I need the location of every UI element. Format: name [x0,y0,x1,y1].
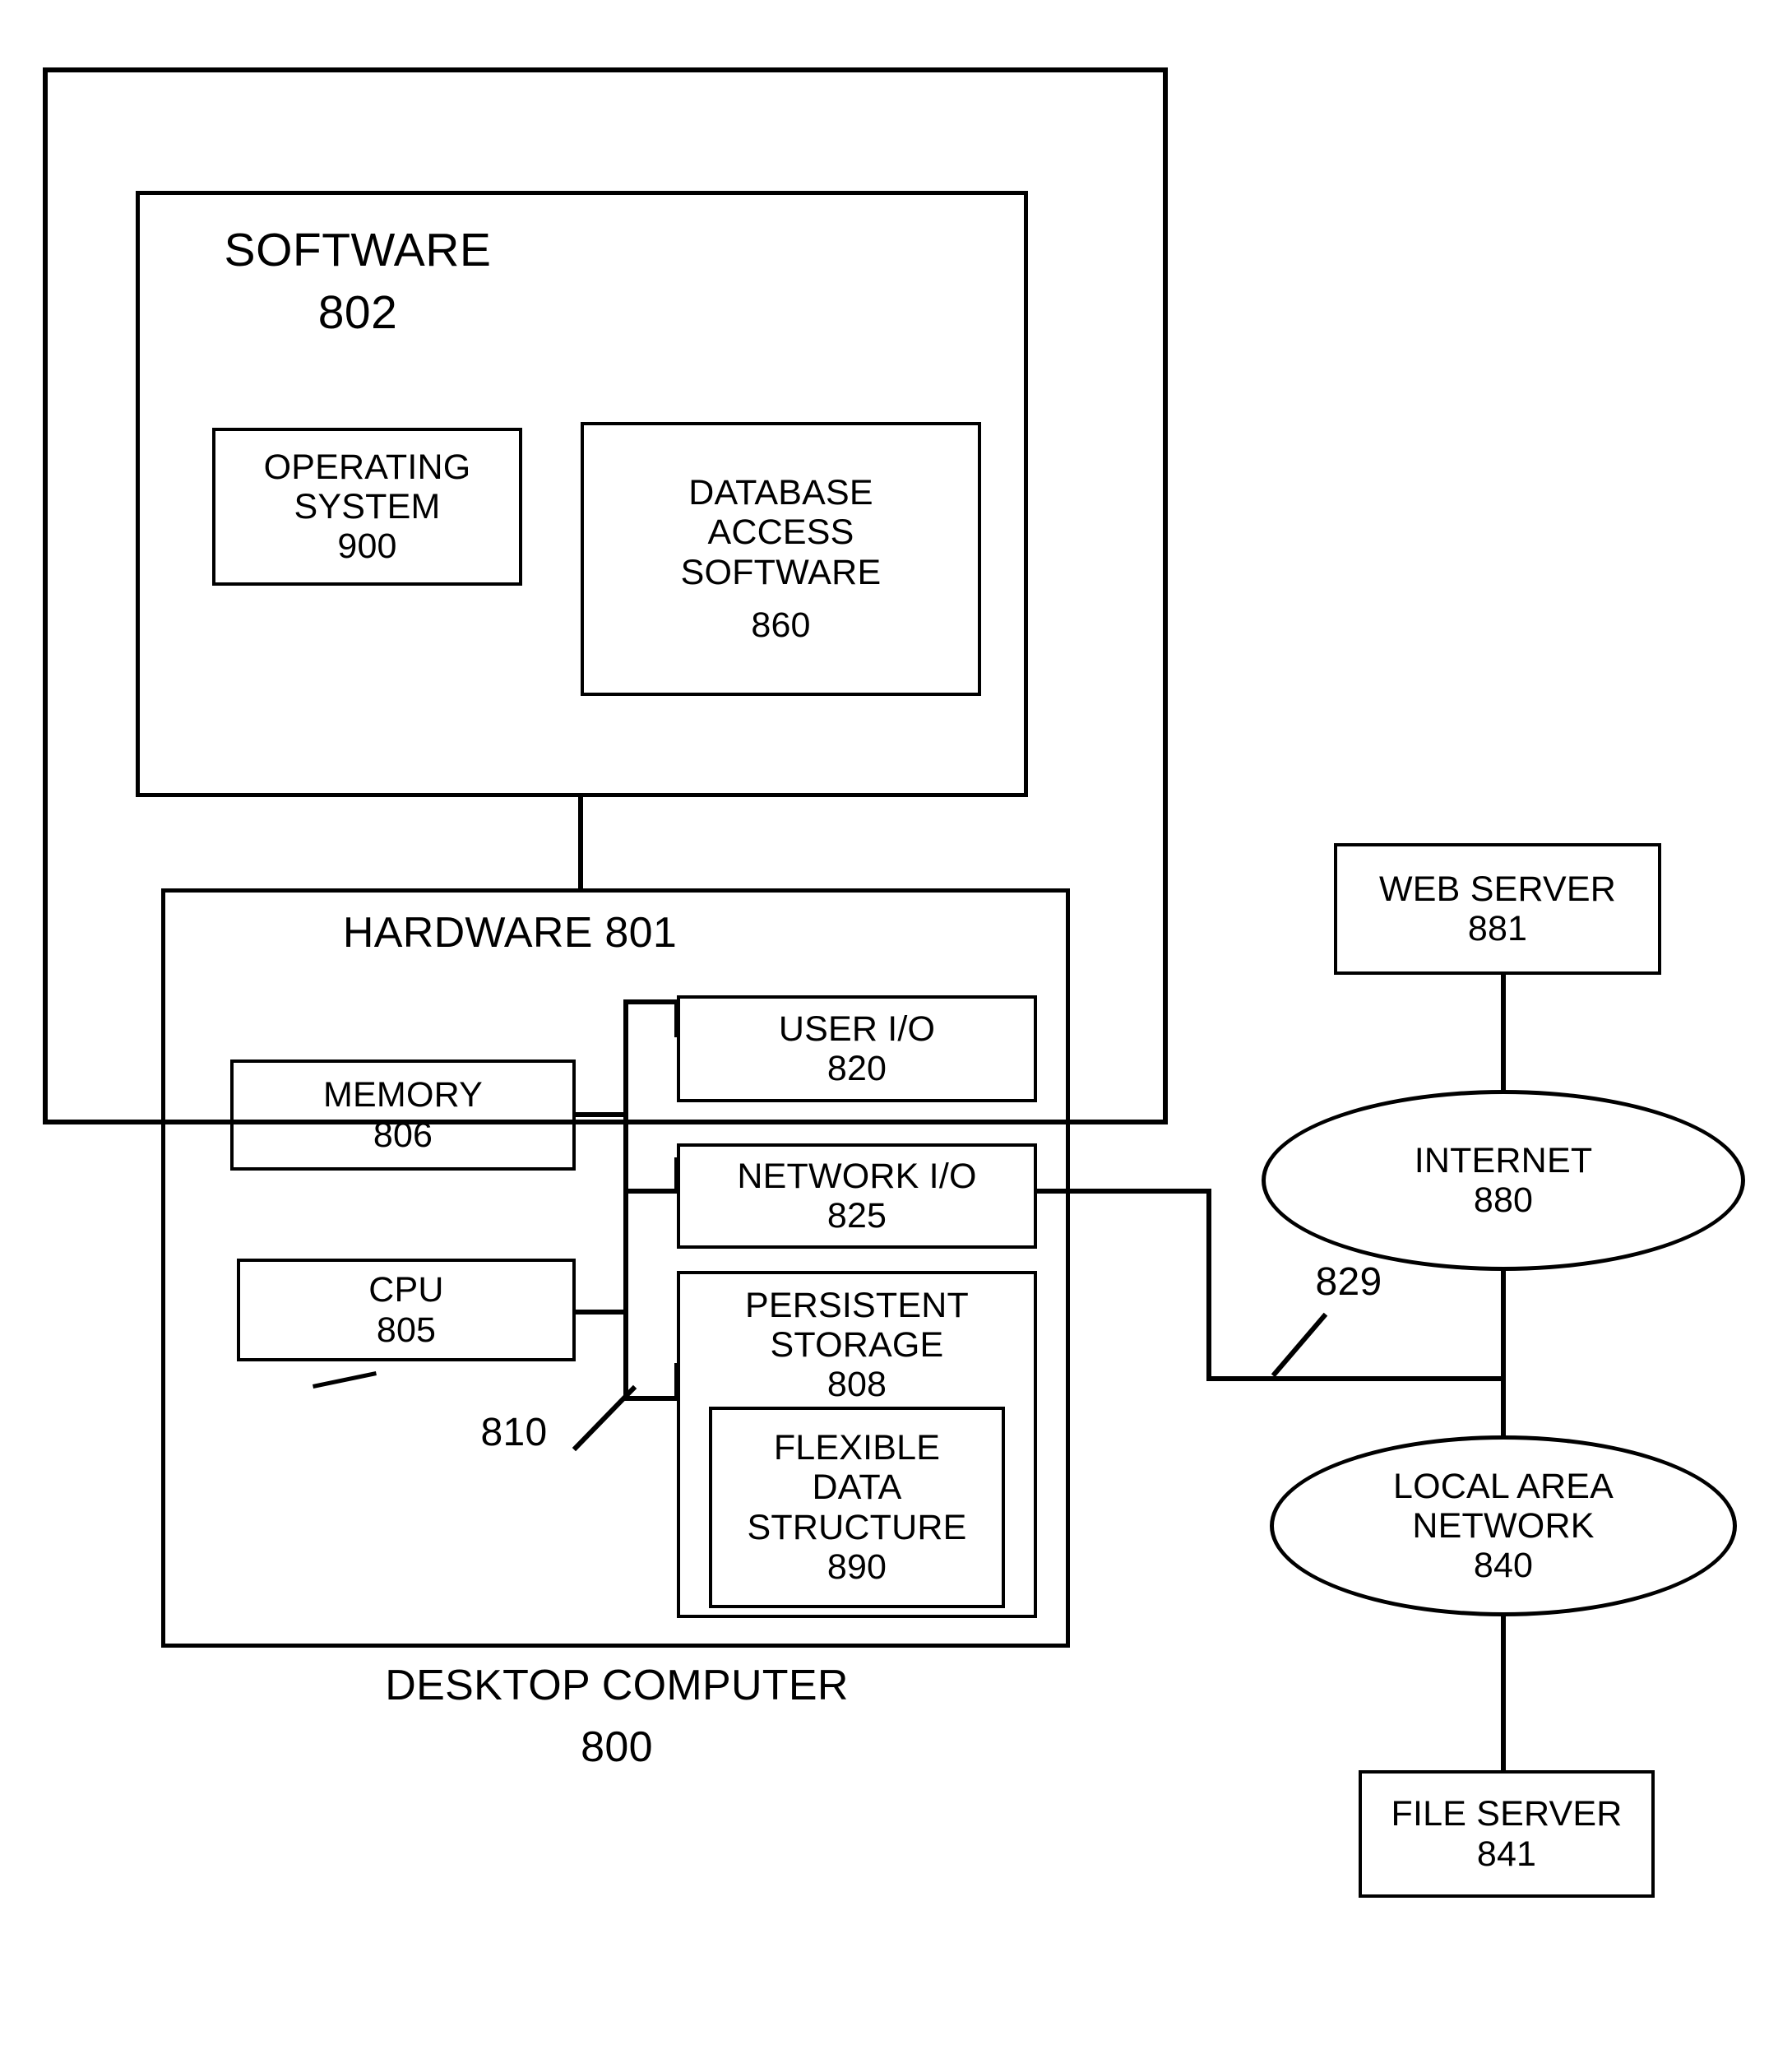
persistent-storage-line-1: PERSISTENT [745,1286,969,1325]
hardware-title: HARDWARE 801 [342,909,678,957]
flexible-data-structure-box: FLEXIBLE DATA STRUCTURE 890 [709,1407,1005,1608]
database-access-software-line-4: 860 [751,605,811,645]
network-io-line-1: NETWORK I/O [737,1156,977,1196]
memory-line-1: MEMORY [323,1075,483,1115]
memory-box: MEMORY 806 [230,1060,576,1171]
connection-reference-leader [1271,1312,1328,1378]
persistent-storage-line-2: STORAGE [770,1325,944,1366]
database-access-software-line-3: SOFTWARE [680,552,882,592]
internet-ellipse: INTERNET 880 [1262,1090,1745,1271]
flexible-data-structure-line-4: 890 [827,1546,887,1587]
network-io-line-2: 825 [827,1196,887,1236]
software-title-line2: 802 [317,286,398,339]
desktop-computer-caption-line2: 800 [581,1723,653,1771]
user-io-line-2: 820 [827,1049,887,1088]
bus-reference-label: 810 [480,1411,548,1454]
desktop-computer-caption-line1: DESKTOP COMPUTER [385,1662,849,1709]
flexible-data-structure-line-1: FLEXIBLE [773,1428,941,1468]
memory-line-2: 806 [373,1115,433,1155]
patent-figure: SOFTWARE 802 OPERATING SYSTEM 900 DATABA… [0,0,1792,2068]
operating-system-line-2: SYSTEM [294,486,441,526]
database-access-software-line-1: DATABASE [688,473,873,513]
user-io-line-1: USER I/O [778,1008,936,1049]
operating-system-box: OPERATING SYSTEM 900 [212,428,522,586]
database-access-software-line-2: ACCESS [707,512,854,553]
operating-system-line-3: 900 [337,526,397,567]
web-server-box: WEB SERVER 881 [1334,843,1661,975]
software-title-line1: SOFTWARE [224,224,492,276]
operating-system-line-1: OPERATING [263,447,471,487]
web-server-line-2: 881 [1467,909,1528,948]
cpu-line-2: 805 [376,1310,437,1350]
user-io-box: USER I/O 820 [677,995,1037,1102]
network-connection-reference-label: 829 [1315,1260,1382,1304]
local-area-network-line-2: NETWORK [1412,1505,1595,1546]
internet-line-2: 880 [1473,1180,1534,1220]
local-area-network-line-1: LOCAL AREA [1392,1466,1614,1506]
cpu-line-1: CPU [368,1270,444,1310]
file-server-line-1: FILE SERVER [1391,1794,1623,1834]
network-io-box: NETWORK I/O 825 [677,1143,1037,1249]
file-server-line-2: 841 [1476,1834,1537,1874]
persistent-storage-line-3: 808 [827,1365,887,1405]
database-access-software-box: DATABASE ACCESS SOFTWARE 860 [581,422,981,696]
flexible-data-structure-line-2: DATA [812,1468,902,1508]
local-area-network-ellipse: LOCAL AREA NETWORK 840 [1270,1435,1737,1616]
flexible-data-structure-line-3: STRUCTURE [747,1507,967,1547]
internet-line-1: INTERNET [1414,1140,1593,1180]
web-server-line-1: WEB SERVER [1379,869,1616,909]
file-server-box: FILE SERVER 841 [1359,1770,1655,1898]
cpu-box: CPU 805 [237,1259,576,1361]
local-area-network-line-3: 840 [1473,1546,1534,1586]
